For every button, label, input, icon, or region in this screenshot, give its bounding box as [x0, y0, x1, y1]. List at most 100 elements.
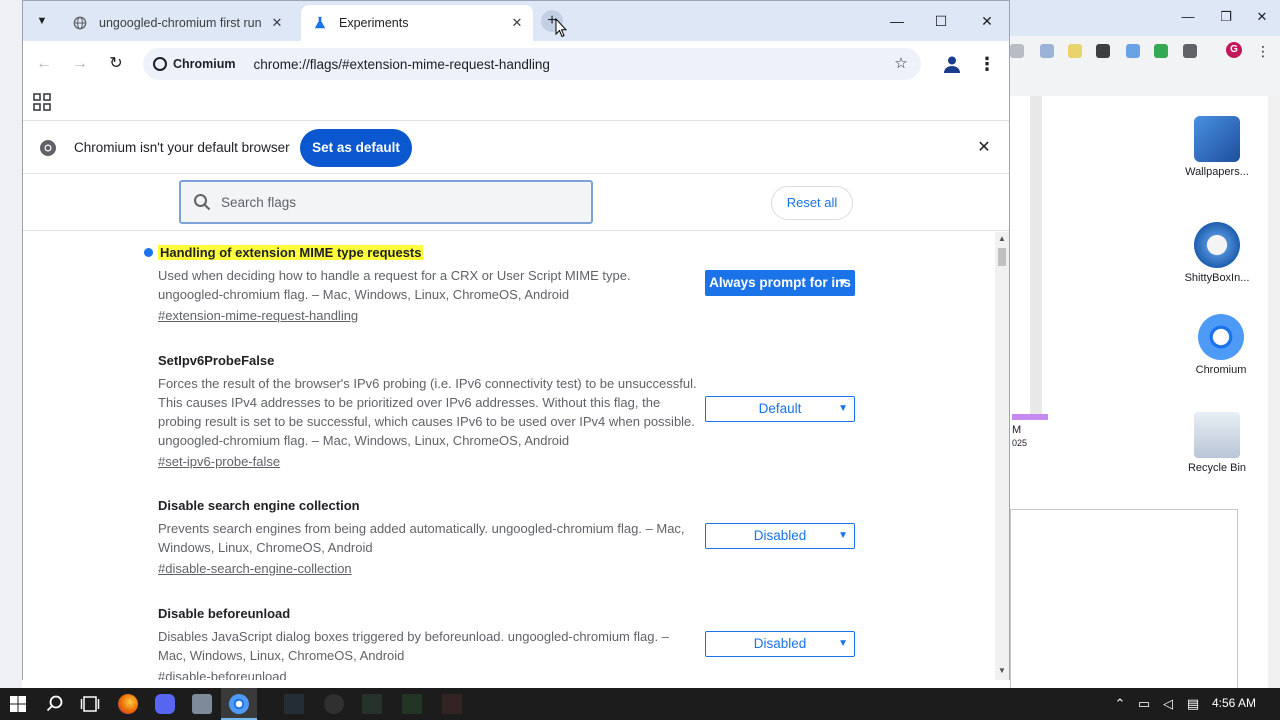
scrollbar-thumb[interactable] [998, 248, 1006, 266]
bg-extension-icon[interactable] [1096, 44, 1110, 58]
scroll-down-icon[interactable]: ▼ [995, 664, 1009, 678]
search-icon[interactable] [45, 694, 65, 714]
bg-minimize-icon[interactable]: — [1174, 6, 1202, 28]
firefox-icon[interactable] [118, 694, 138, 714]
infobar-close-button[interactable]: ✕ [973, 137, 995, 159]
flag-name: Disable search engine collection [158, 498, 360, 513]
minimize-button[interactable]: — [883, 10, 911, 32]
flag-name: Disable beforeunload [158, 606, 291, 621]
chromium-icon [229, 694, 249, 714]
set-as-default-button[interactable]: Set as default [300, 129, 412, 167]
chevron-down-icon: ▼ [838, 638, 848, 649]
desktop-icon-shittybox[interactable]: ShittyBoxIn... [1177, 222, 1257, 284]
close-tab-icon[interactable]: ✕ [507, 13, 527, 33]
url-text[interactable]: chrome://flags/#extension-mime-request-h… [254, 57, 550, 72]
bg-extension-icon[interactable] [1040, 44, 1054, 58]
desktop-icon-label: Wallpapers... [1185, 166, 1249, 178]
bg-extension-icon[interactable] [1154, 44, 1168, 58]
site-info-chip[interactable]: Chromium [149, 51, 246, 77]
settings-icon[interactable] [324, 694, 344, 714]
modified-indicator-icon [144, 248, 153, 257]
menu-button[interactable]: ⋮ [975, 52, 999, 76]
desktop-icon-recycle-bin[interactable]: Recycle Bin [1177, 412, 1257, 474]
flags-header: Reset all [23, 175, 1009, 231]
flag-description: Prevents search engines from being added… [158, 521, 685, 555]
discord-icon[interactable] [155, 694, 175, 714]
app-icon[interactable] [362, 694, 382, 714]
scroll-up-icon[interactable]: ▲ [995, 232, 1009, 246]
windows-start-icon[interactable] [8, 694, 28, 714]
bg-extension-icon[interactable] [1126, 44, 1140, 58]
app-icon[interactable] [284, 694, 304, 714]
volume-icon[interactable]: ◁ [1160, 696, 1176, 712]
bg-extension-icon[interactable] [1010, 44, 1024, 58]
chromium-icon [1198, 314, 1244, 360]
recycle-bin-icon [1194, 412, 1240, 458]
app-icon[interactable] [192, 694, 212, 714]
flag-select[interactable]: Always prompt for ins ▼ [705, 270, 855, 296]
search-flags-input[interactable] [219, 193, 559, 211]
flag-anchor-link[interactable]: #disable-beforeunload [158, 669, 287, 680]
address-bar[interactable]: Chromium chrome://flags/#extension-mime-… [143, 48, 921, 80]
flag-anchor-link[interactable]: #disable-search-engine-collection [158, 561, 352, 576]
background-dialog [1010, 509, 1238, 689]
bookmarks-bar [23, 87, 1009, 119]
close-tab-icon[interactable]: ✕ [267, 13, 287, 33]
flag-anchor-link[interactable]: #set-ipv6-probe-false [158, 454, 280, 469]
desktop-icon-label: Chromium [1195, 364, 1247, 376]
chromium-logo-icon [153, 57, 167, 71]
search-flags-box[interactable] [179, 180, 593, 224]
tab-experiments[interactable]: Experiments ✕ [301, 5, 533, 41]
flag-item: Disable beforeunload Disables JavaScript… [158, 605, 858, 680]
tab-strip: ▼ ungoogled-chromium first run ✕ Experim… [23, 1, 1009, 41]
close-window-button[interactable]: ✕ [973, 10, 1001, 32]
apps-grid-icon[interactable] [33, 93, 51, 111]
reload-button[interactable]: ↻ [103, 51, 129, 77]
background-window-titlebar: — ❐ ✕ [1008, 0, 1280, 36]
reset-all-button[interactable]: Reset all [771, 186, 853, 220]
bg-menu-icon[interactable]: ⋮ [1256, 44, 1270, 58]
arrow-left-icon: ← [36, 55, 52, 72]
back-button[interactable]: ← [31, 51, 57, 77]
installer-icon [1194, 222, 1240, 268]
background-scrollbar[interactable] [1268, 96, 1280, 688]
app-icon[interactable] [402, 694, 422, 714]
task-view-icon[interactable] [80, 694, 100, 714]
bg-extension-icon[interactable] [1068, 44, 1082, 58]
bg-puzzle-icon[interactable] [1183, 44, 1197, 58]
tab-first-run[interactable]: ungoogled-chromium first run ✕ [61, 5, 293, 41]
bookmark-star-button[interactable]: ☆ [889, 52, 913, 76]
flag-item: Disable search engine collection Prevent… [158, 497, 858, 578]
chevron-up-icon[interactable]: ⌃ [1112, 696, 1128, 712]
flag-select-value: Default [758, 401, 802, 416]
forward-button[interactable]: → [67, 51, 93, 77]
tab-search-button[interactable]: ▼ [31, 10, 53, 32]
profile-icon[interactable] [941, 53, 963, 75]
taskbar-active-chromium[interactable] [221, 688, 257, 720]
flag-select[interactable]: Disabled ▼ [705, 523, 855, 549]
flag-select[interactable]: Default ▼ [705, 396, 855, 422]
maximize-button[interactable]: ☐ [927, 10, 955, 32]
globe-icon [73, 16, 87, 30]
kebab-menu-icon: ⋮ [978, 54, 996, 74]
bg-restore-icon[interactable]: ❐ [1212, 6, 1240, 28]
close-icon: ✕ [977, 139, 991, 156]
network-icon[interactable]: ▭ [1136, 696, 1152, 712]
flag-select-value: Always prompt for ins [709, 275, 851, 290]
taskbar-clock[interactable]: 4:56 AM [1212, 696, 1256, 710]
notification-icon[interactable]: ▤ [1185, 696, 1201, 712]
bg-close-icon[interactable]: ✕ [1248, 6, 1276, 28]
desktop-icon-chromium[interactable]: Chromium [1181, 314, 1261, 376]
desktop-icon-wallpapers[interactable]: Wallpapers... [1177, 116, 1257, 178]
page-scrollbar[interactable]: ▲ ▼ [995, 232, 1009, 680]
app-icon[interactable] [442, 694, 462, 714]
flags-list: Handling of extension MIME type requests… [23, 232, 995, 680]
infobar-message: Chromium isn't your default browser [74, 140, 290, 155]
flag-select[interactable]: Disabled ▼ [705, 631, 855, 657]
bg-profile-avatar[interactable]: G [1226, 42, 1242, 58]
chromium-logo-icon [40, 140, 56, 156]
chevron-down-icon: ▼ [838, 530, 848, 541]
flag-anchor-link[interactable]: #extension-mime-request-handling [158, 308, 358, 323]
tab-title: Experiments [339, 16, 409, 30]
flag-description: Forces the result of the browser's IPv6 … [158, 376, 697, 448]
